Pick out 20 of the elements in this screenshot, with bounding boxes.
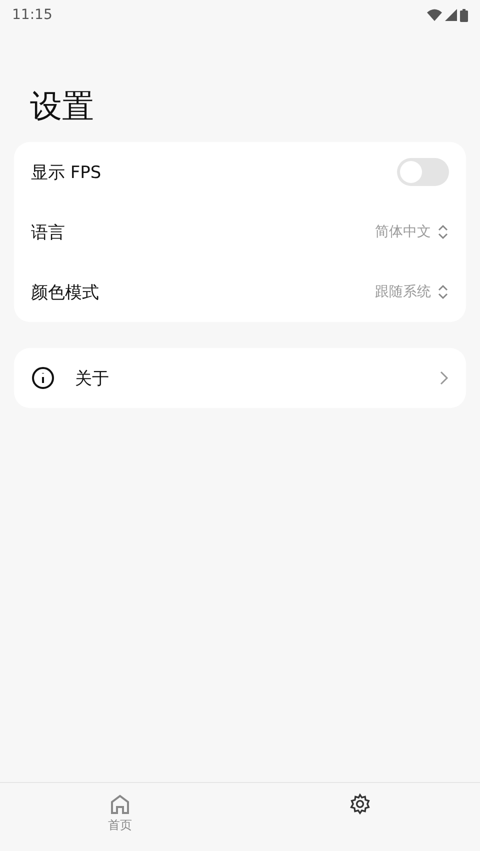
page-title: 设置 xyxy=(30,86,95,127)
about-card[interactable]: 关于 xyxy=(14,348,466,408)
about-label: 关于 xyxy=(75,368,109,390)
select-value[interactable]: 简体中文 xyxy=(375,223,431,241)
signal-icon xyxy=(445,9,457,21)
gear-icon xyxy=(349,793,371,815)
info-icon xyxy=(31,366,55,390)
setting-label: 颜色模式 xyxy=(31,282,99,304)
toggle-switch[interactable] xyxy=(397,158,449,186)
updown-icon xyxy=(437,223,449,241)
wifi-icon xyxy=(427,9,442,21)
setting-label: 显示 FPS xyxy=(31,162,102,184)
updown-icon xyxy=(437,283,449,301)
home-icon xyxy=(109,793,131,815)
setting-label: 语言 xyxy=(31,222,65,244)
chevron-right-icon xyxy=(439,370,449,386)
nav-tab[interactable]: 首页 xyxy=(0,783,240,851)
status-time: 11:15 xyxy=(12,7,52,23)
select-value[interactable]: 跟随系统 xyxy=(375,283,431,301)
battery-icon xyxy=(460,8,468,22)
